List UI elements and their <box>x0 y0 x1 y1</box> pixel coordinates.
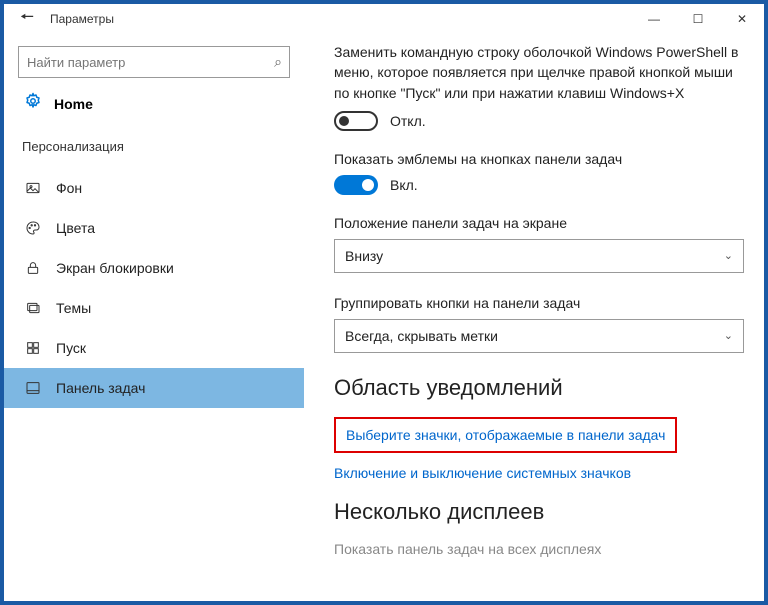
position-label: Положение панели задач на экране <box>334 215 744 231</box>
search-icon: ⌕ <box>274 54 282 71</box>
multiple-displays-desc: Показать панель задач на всех дисплеях <box>334 541 744 557</box>
chevron-down-icon: ⌄ <box>724 249 733 262</box>
badges-label: Показать эмблемы на кнопках панели задач <box>334 151 744 167</box>
maximize-button[interactable]: ☐ <box>676 4 720 34</box>
close-button[interactable]: ✕ <box>720 4 764 34</box>
group-buttons-label: Группировать кнопки на панели задач <box>334 295 744 311</box>
sidebar-item-taskbar[interactable]: Панель задач <box>4 368 304 408</box>
themes-icon <box>24 300 42 316</box>
chevron-down-icon: ⌄ <box>724 329 733 342</box>
toggle-state-label: Откл. <box>390 113 426 129</box>
taskbar-icon <box>24 380 42 396</box>
window-title: Параметры <box>50 12 114 26</box>
titlebar: 🠔 Параметры — ☐ ✕ <box>4 4 764 34</box>
badges-toggle[interactable] <box>334 175 378 195</box>
badges-toggle-row: Вкл. <box>334 175 744 195</box>
link-select-taskbar-icons[interactable]: Выберите значки, отображаемые в панели з… <box>334 417 677 453</box>
window-controls: — ☐ ✕ <box>632 4 764 34</box>
sidebar-group-label: Персонализация <box>4 133 304 168</box>
position-select[interactable]: Внизу ⌄ <box>334 239 744 273</box>
home-label: Home <box>54 96 93 112</box>
sidebar-item-start[interactable]: Пуск <box>4 328 304 368</box>
content-pane: Заменить командную строку оболочкой Wind… <box>304 34 764 601</box>
settings-window: 🠔 Параметры — ☐ ✕ ⌕ Home Персонализация <box>4 4 764 601</box>
start-icon <box>24 340 42 356</box>
sidebar-item-themes[interactable]: Темы <box>4 288 304 328</box>
palette-icon <box>24 220 42 236</box>
group-buttons-select[interactable]: Всегда, скрывать метки ⌄ <box>334 319 744 353</box>
sidebar-item-background[interactable]: Фон <box>4 168 304 208</box>
powershell-toggle-row: Откл. <box>334 111 744 131</box>
toggle-state-label: Вкл. <box>390 177 418 193</box>
minimize-button[interactable]: — <box>632 4 676 34</box>
powershell-toggle[interactable] <box>334 111 378 131</box>
home-button[interactable]: Home <box>4 82 304 133</box>
lock-icon <box>24 260 42 276</box>
back-button[interactable]: 🠔 <box>12 6 42 33</box>
notification-area-heading: Область уведомлений <box>334 375 744 401</box>
search-input[interactable] <box>18 46 290 78</box>
sidebar-item-label: Панель задач <box>56 380 145 396</box>
sidebar-item-lockscreen[interactable]: Экран блокировки <box>4 248 304 288</box>
link-system-icons[interactable]: Включение и выключение системных значков <box>334 465 744 481</box>
multiple-displays-heading: Несколько дисплеев <box>334 499 744 525</box>
sidebar: ⌕ Home Персонализация Фон Цвета Экран бл <box>4 34 304 601</box>
picture-icon <box>24 180 42 196</box>
powershell-description: Заменить командную строку оболочкой Wind… <box>334 42 744 103</box>
sidebar-item-label: Фон <box>56 180 82 196</box>
window-body: ⌕ Home Персонализация Фон Цвета Экран бл <box>4 34 764 601</box>
sidebar-item-label: Экран блокировки <box>56 260 174 276</box>
sidebar-item-label: Цвета <box>56 220 95 236</box>
select-value: Всегда, скрывать метки <box>345 328 498 344</box>
search-wrap: ⌕ <box>4 34 304 82</box>
sidebar-item-colors[interactable]: Цвета <box>4 208 304 248</box>
select-value: Внизу <box>345 248 383 264</box>
sidebar-item-label: Пуск <box>56 340 86 356</box>
sidebar-item-label: Темы <box>56 300 91 316</box>
gear-icon <box>24 92 42 115</box>
